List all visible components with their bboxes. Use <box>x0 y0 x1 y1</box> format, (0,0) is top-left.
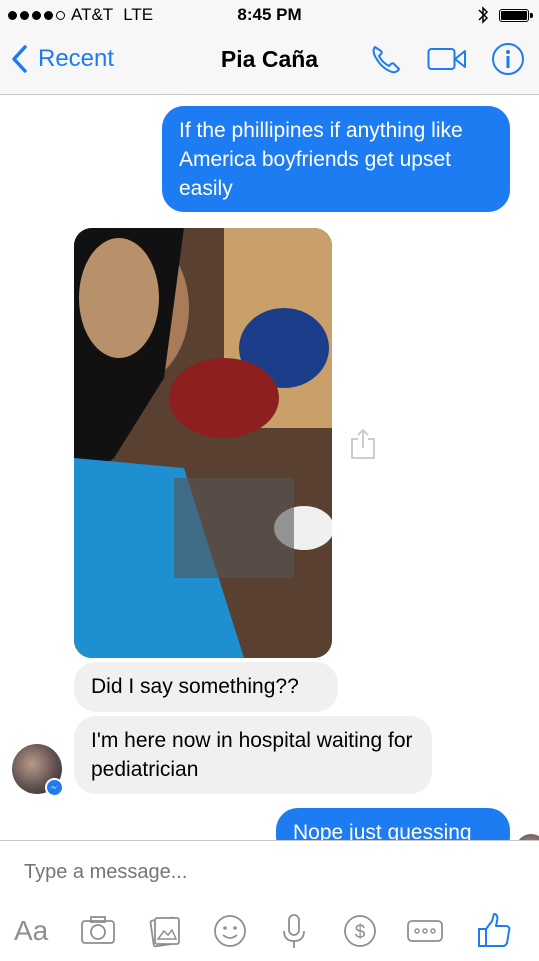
header-actions <box>369 42 525 76</box>
gallery-icon[interactable] <box>148 909 182 953</box>
sticker-icon[interactable] <box>212 909 248 953</box>
share-icon[interactable] <box>350 428 376 460</box>
phone-icon[interactable] <box>369 42 403 76</box>
message-outgoing[interactable]: If the phillipines if anything like Amer… <box>162 106 510 212</box>
photo-message[interactable] <box>74 228 332 658</box>
video-icon[interactable] <box>427 46 467 72</box>
svg-text:$: $ <box>355 922 366 943</box>
message-input[interactable] <box>24 861 504 884</box>
microphone-icon[interactable] <box>280 909 308 953</box>
messenger-badge-icon <box>45 778 64 797</box>
camera-icon[interactable] <box>80 909 116 953</box>
message-incoming[interactable]: Did I say something?? <box>74 662 338 712</box>
like-icon[interactable] <box>476 909 512 953</box>
more-icon[interactable] <box>406 909 444 953</box>
text-size-button[interactable]: Aa <box>14 909 48 953</box>
photo-image <box>74 228 332 658</box>
info-icon[interactable] <box>491 42 525 76</box>
composer: Aa $ <box>0 840 539 961</box>
composer-toolbar: Aa $ <box>0 909 539 953</box>
battery-icon <box>499 8 533 22</box>
message-outgoing[interactable]: Nope just guessing <box>276 808 510 840</box>
payment-icon[interactable]: $ <box>342 909 378 953</box>
conversation-header: Recent Pia Caña <box>0 32 539 95</box>
message-incoming[interactable]: I'm here now in hospital waiting for ped… <box>74 716 432 794</box>
bluetooth-icon <box>478 6 489 24</box>
status-right <box>477 5 533 25</box>
status-time: 8:45 PM <box>237 5 302 24</box>
status-bar: AT&T LTE 8:45 PM <box>0 0 539 32</box>
